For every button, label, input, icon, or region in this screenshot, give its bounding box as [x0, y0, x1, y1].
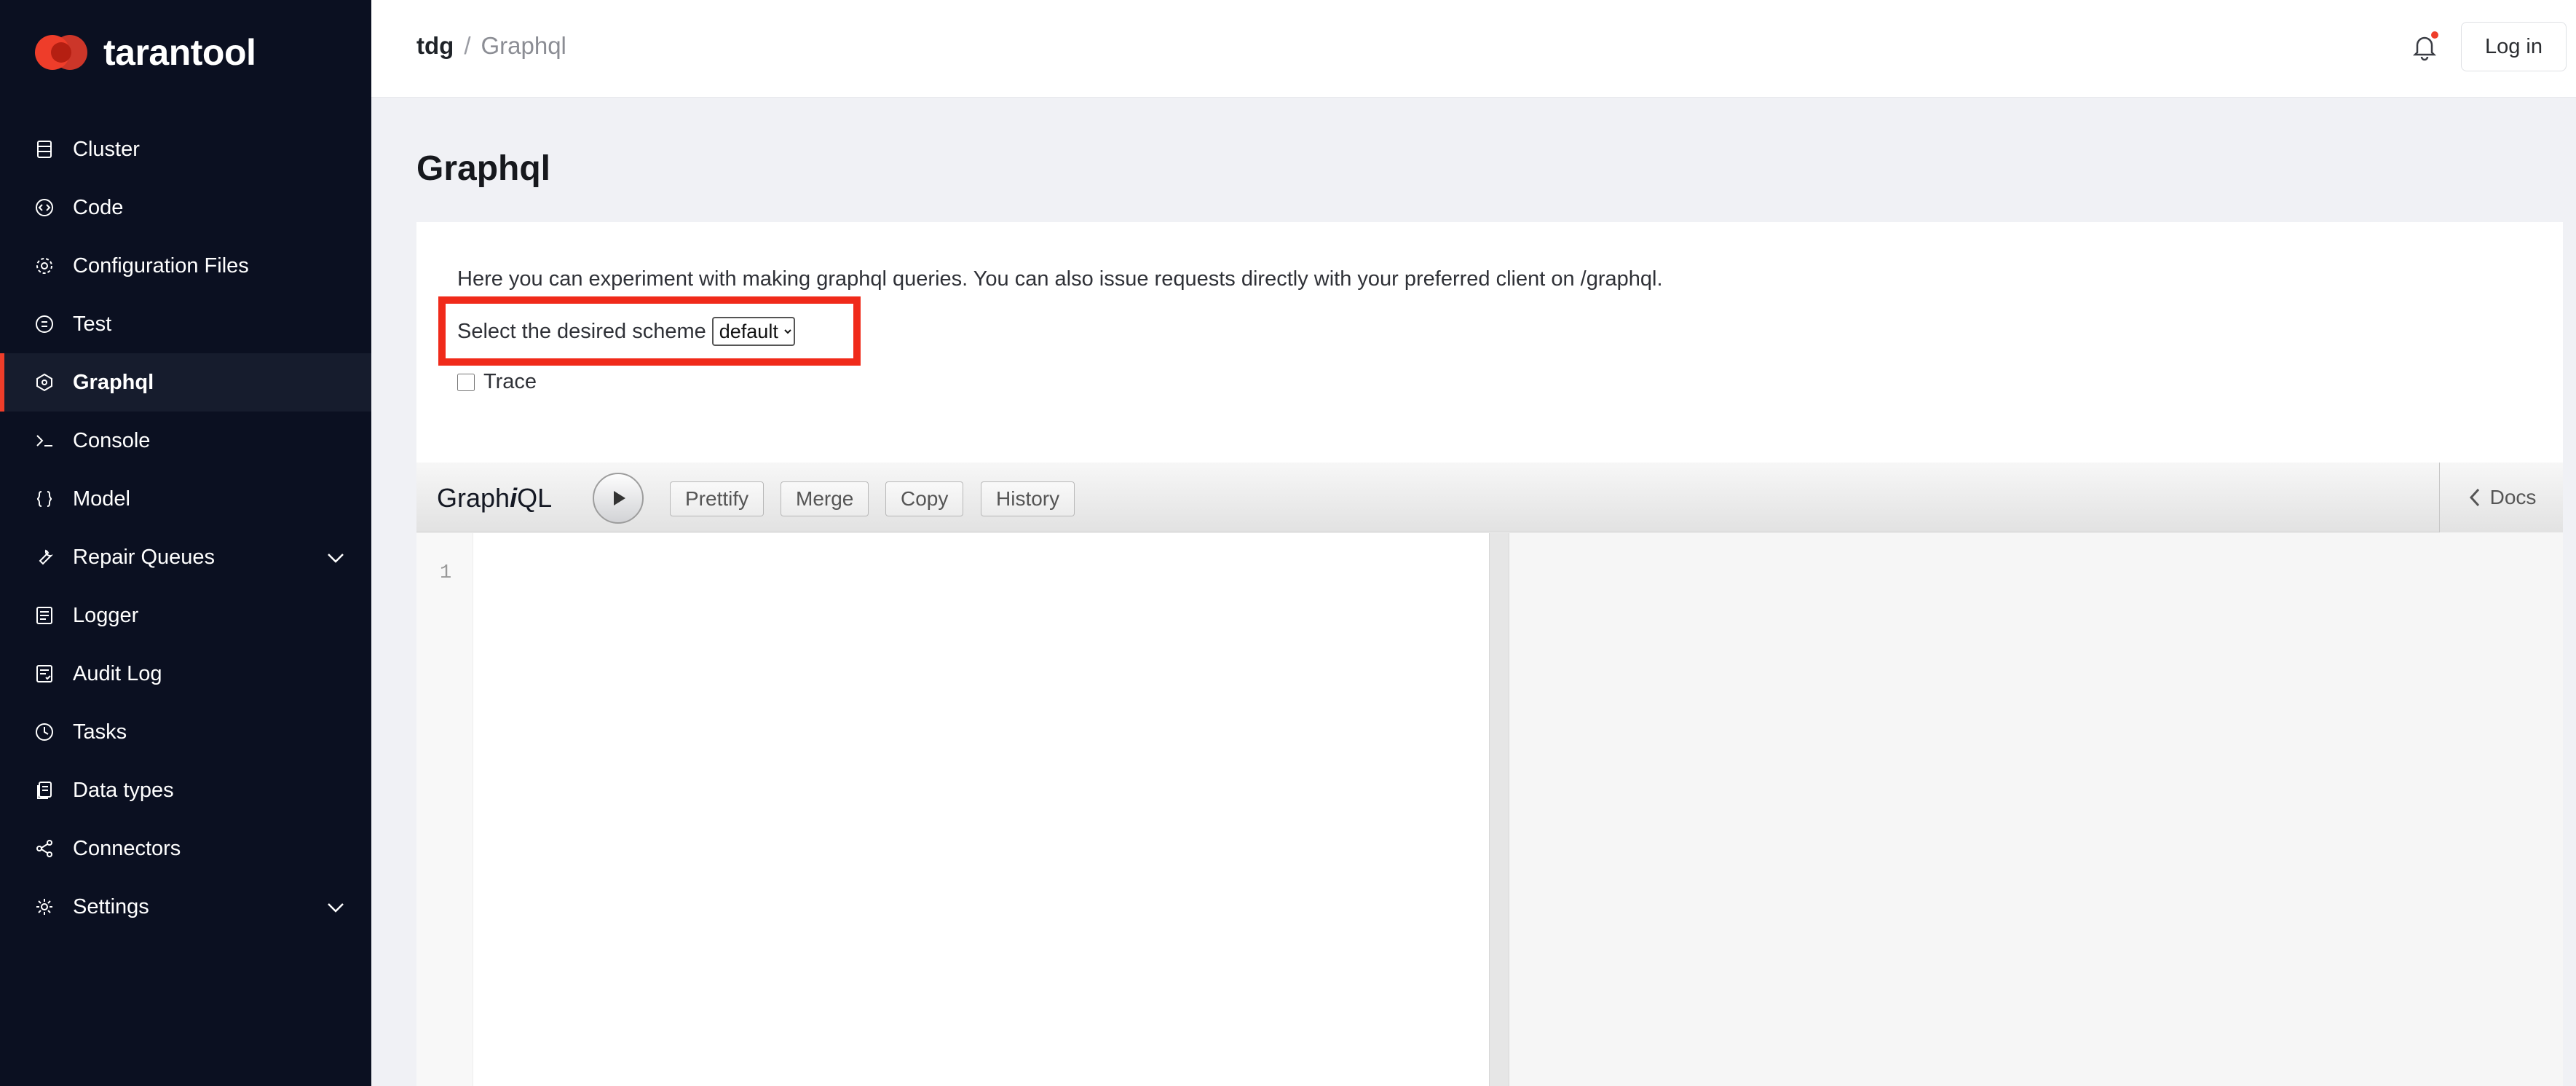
editor-resize-handle[interactable] — [1489, 533, 1509, 1086]
sidebar-nav: Cluster Code Configuration Files Test Gr… — [0, 120, 371, 936]
trace-checkbox[interactable] — [457, 373, 475, 391]
graphiql-title-part: QL — [517, 483, 553, 513]
breadcrumb-root[interactable]: tdg — [416, 32, 454, 60]
sidebar-item-logger[interactable]: Logger — [0, 586, 371, 645]
panel-description: Here you can experiment with making grap… — [457, 267, 1663, 291]
chevron-left-icon — [2469, 488, 2479, 507]
merge-button[interactable]: Merge — [781, 481, 869, 516]
sidebar-item-tasks[interactable]: Tasks — [0, 703, 371, 761]
graphiql-panel: GraphiQL Prettify Merge Copy History Doc… — [416, 463, 2563, 1086]
page-title: Graphql — [416, 149, 551, 188]
sidebar-item-label: Configuration Files — [73, 253, 249, 278]
tarantool-logo-icon — [33, 29, 93, 76]
docs-button[interactable]: Docs — [2439, 463, 2563, 532]
sidebar-item-label: Code — [73, 195, 124, 219]
chevron-down-icon[interactable] — [325, 897, 347, 918]
sidebar-item-settings[interactable]: Settings — [0, 878, 371, 936]
server-icon — [35, 140, 54, 159]
sidebar-item-label: Graphql — [73, 370, 154, 394]
play-icon — [614, 491, 625, 505]
chevron-down-icon[interactable] — [325, 547, 347, 569]
scheme-label: Select the desired scheme — [457, 319, 706, 343]
query-editor[interactable]: 1 — [416, 533, 1489, 1086]
graphql-settings-panel: Here you can experiment with making grap… — [416, 222, 2563, 463]
copy-button[interactable]: Copy — [885, 481, 964, 516]
sidebar-item-configuration-files[interactable]: Configuration Files — [0, 237, 371, 295]
scheme-select[interactable]: default — [711, 317, 795, 346]
prettify-button[interactable]: Prettify — [670, 481, 764, 516]
braces-icon — [35, 489, 54, 508]
code-icon — [35, 198, 54, 217]
sidebar-item-label: Tasks — [73, 720, 127, 744]
sidebar-item-label: Repair Queues — [73, 545, 216, 569]
graphiql-title: GraphiQL — [437, 483, 552, 514]
terminal-icon — [35, 431, 54, 450]
graphiql-toolbar: GraphiQL Prettify Merge Copy History Doc… — [416, 463, 2563, 532]
editor-gutter: 1 — [416, 533, 473, 1086]
breadcrumb: tdg / Graphql — [416, 32, 566, 60]
notification-bell-icon[interactable] — [2409, 31, 2441, 63]
sidebar-item-label: Cluster — [73, 137, 140, 161]
top-header: tdg / Graphql Log in — [371, 0, 2576, 98]
log-icon — [35, 606, 54, 625]
settings-icon — [35, 897, 54, 916]
logo[interactable]: tarantool — [33, 29, 256, 76]
brand-name: tarantool — [103, 32, 256, 73]
app-root: tarantool Cluster Code Configuration Fil… — [0, 0, 2576, 1086]
sidebar-item-label: Test — [73, 312, 112, 336]
sidebar-item-model[interactable]: Model — [0, 470, 371, 528]
sidebar-item-graphql[interactable]: Graphql — [0, 353, 371, 412]
docs-label: Docs — [2489, 486, 2537, 508]
sidebar-item-label: Logger — [73, 603, 139, 627]
login-button[interactable]: Log in — [2461, 22, 2567, 71]
sidebar-item-label: Settings — [73, 894, 149, 918]
line-number: 1 — [440, 562, 452, 584]
execute-query-button[interactable] — [593, 473, 644, 524]
graphql-icon — [35, 373, 54, 392]
graphiql-title-italic: i — [510, 483, 518, 513]
audit-log-icon — [35, 664, 54, 683]
trace-row[interactable]: Trace — [457, 370, 537, 394]
sidebar-item-audit-log[interactable]: Audit Log — [0, 645, 371, 703]
sidebar-item-cluster[interactable]: Cluster — [0, 120, 371, 178]
sidebar-item-repair-queues[interactable]: Repair Queues — [0, 528, 371, 586]
wrench-icon — [35, 548, 54, 567]
share-icon — [35, 839, 54, 858]
history-button[interactable]: History — [981, 481, 1075, 516]
clock-icon — [35, 723, 54, 741]
scheme-selector-row: Select the desired scheme default — [457, 317, 795, 346]
trace-label: Trace — [483, 370, 537, 393]
result-pane — [1509, 533, 2563, 1086]
gear-icon — [35, 256, 54, 275]
sidebar: tarantool Cluster Code Configuration Fil… — [0, 0, 371, 1086]
sidebar-item-label: Console — [73, 428, 151, 452]
breadcrumb-separator: / — [464, 32, 471, 59]
graphiql-title-part: Graph — [437, 483, 510, 513]
sidebar-item-code[interactable]: Code — [0, 178, 371, 237]
test-icon — [35, 315, 54, 334]
sidebar-item-data-types[interactable]: Data types — [0, 761, 371, 819]
sidebar-item-label: Model — [73, 487, 130, 511]
breadcrumb-current: Graphql — [481, 32, 566, 59]
sidebar-item-label: Audit Log — [73, 661, 162, 685]
sidebar-item-connectors[interactable]: Connectors — [0, 819, 371, 878]
sidebar-item-test[interactable]: Test — [0, 295, 371, 353]
sidebar-item-console[interactable]: Console — [0, 412, 371, 470]
sidebar-item-label: Connectors — [73, 836, 181, 860]
data-types-icon — [35, 781, 54, 800]
sidebar-item-label: Data types — [73, 778, 174, 802]
